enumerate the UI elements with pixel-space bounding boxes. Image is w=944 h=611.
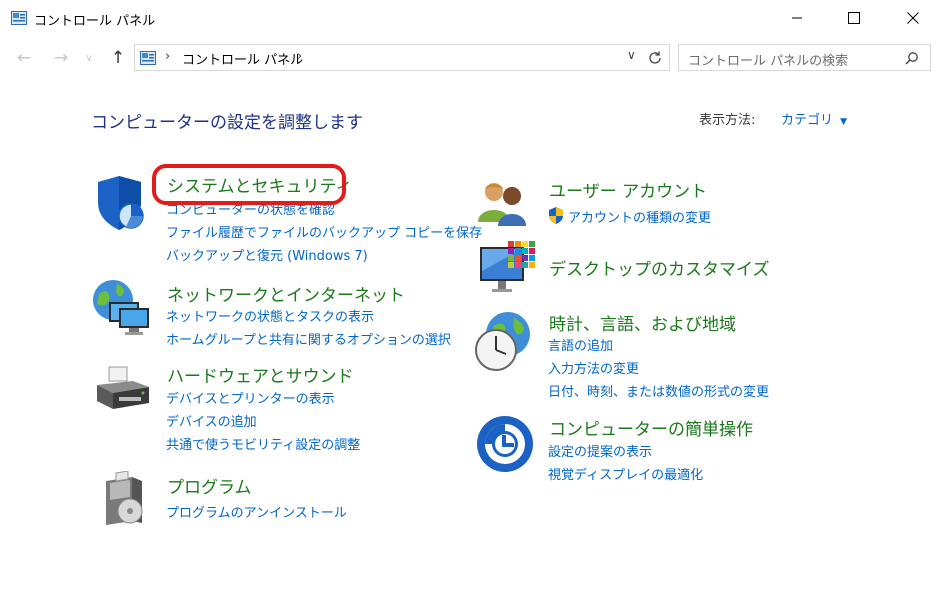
link-devices-printers[interactable]: デバイスとプリンターの表示	[166, 388, 335, 407]
control-panel-icon	[11, 11, 27, 25]
link-homegroup[interactable]: ホームグループと共有に関するオプションの選択	[166, 329, 451, 348]
link-add-language[interactable]: 言語の追加	[548, 335, 613, 354]
link-add-device[interactable]: デバイスの追加	[166, 411, 257, 430]
maximize-icon	[848, 12, 860, 24]
chevron-right-icon[interactable]: ›	[297, 49, 302, 64]
minimize-button[interactable]	[774, 0, 820, 36]
link-network-status[interactable]: ネットワークの状態とタスクの表示	[166, 306, 374, 325]
address-bar[interactable]: › コントロール パネル › ∨	[134, 44, 670, 71]
ease-of-access-icon	[477, 416, 533, 472]
link-optimize-visual-display[interactable]: 視覚ディスプレイの最適化	[548, 464, 703, 483]
chevron-right-icon[interactable]: ›	[165, 49, 170, 64]
uac-shield-icon	[549, 207, 563, 224]
arrow-up-icon: ↑	[110, 48, 126, 68]
arrow-right-icon: →	[53, 48, 69, 68]
users-icon	[478, 183, 526, 226]
title-bar[interactable]: コントロール パネル	[0, 0, 944, 36]
up-button[interactable]: ↑	[107, 46, 129, 70]
refresh-icon[interactable]	[647, 50, 663, 66]
link-file-history[interactable]: ファイル履歴でファイルのバックアップ コピーを保存	[166, 222, 482, 241]
page-heading: コンピューターの設定を調整します	[91, 113, 363, 133]
category-clock-language-region[interactable]: 時計、言語、および地域	[549, 310, 736, 335]
link-backup-restore[interactable]: バックアップと復元 (Windows 7)	[166, 245, 368, 264]
search-input[interactable]: コントロール パネルの検索	[678, 44, 931, 71]
close-icon	[907, 12, 919, 24]
chevron-down-icon[interactable]: ∨	[627, 48, 636, 62]
view-by-dropdown[interactable]: カテゴリ ▼	[781, 109, 847, 128]
link-uninstall-program[interactable]: プログラムのアンインストール	[166, 502, 347, 521]
back-button[interactable]: ←	[13, 46, 35, 70]
forward-button[interactable]: →	[50, 46, 72, 70]
minimize-icon	[792, 17, 802, 19]
link-mobility-settings[interactable]: 共通で使うモビリティ設定の調整	[166, 434, 360, 453]
control-panel-icon	[140, 51, 156, 65]
category-ease-of-access[interactable]: コンピューターの簡単操作	[549, 415, 753, 440]
highlight-annotation	[152, 164, 346, 205]
search-icon[interactable]	[905, 51, 919, 65]
clock-globe-icon	[475, 312, 530, 371]
category-hardware-sound[interactable]: ハードウェアとサウンド	[167, 362, 354, 387]
link-date-time-format[interactable]: 日付、時刻、または数値の形式の変更	[548, 381, 769, 400]
desktop-customize-icon	[480, 241, 535, 292]
view-by-value: カテゴリ	[781, 113, 834, 128]
category-user-accounts[interactable]: ユーザー アカウント	[549, 177, 707, 202]
view-by-label: 表示方法:	[699, 113, 756, 128]
printer-icon	[97, 366, 149, 409]
chevron-down-icon: ∨	[85, 52, 93, 64]
breadcrumb-control-panel[interactable]: コントロール パネル	[182, 49, 303, 68]
link-change-account-type[interactable]: アカウントの種類の変更	[568, 207, 711, 226]
category-appearance[interactable]: デスクトップのカスタマイズ	[549, 255, 770, 280]
maximize-button[interactable]	[831, 0, 877, 36]
network-icon	[93, 280, 149, 335]
caret-down-icon: ▼	[840, 117, 848, 127]
category-network-internet[interactable]: ネットワークとインターネット	[167, 281, 405, 306]
link-change-input-method[interactable]: 入力方法の変更	[548, 358, 639, 377]
recent-locations-button[interactable]: ∨	[81, 46, 97, 70]
category-programs[interactable]: プログラム	[167, 473, 252, 498]
link-setting-suggestions[interactable]: 設定の提案の表示	[548, 441, 652, 460]
arrow-left-icon: ←	[16, 48, 32, 68]
shield-icon	[98, 176, 144, 230]
close-button[interactable]	[890, 0, 936, 36]
search-placeholder: コントロール パネルの検索	[688, 54, 849, 69]
window-title: コントロール パネル	[34, 14, 156, 29]
programs-icon	[106, 471, 143, 525]
